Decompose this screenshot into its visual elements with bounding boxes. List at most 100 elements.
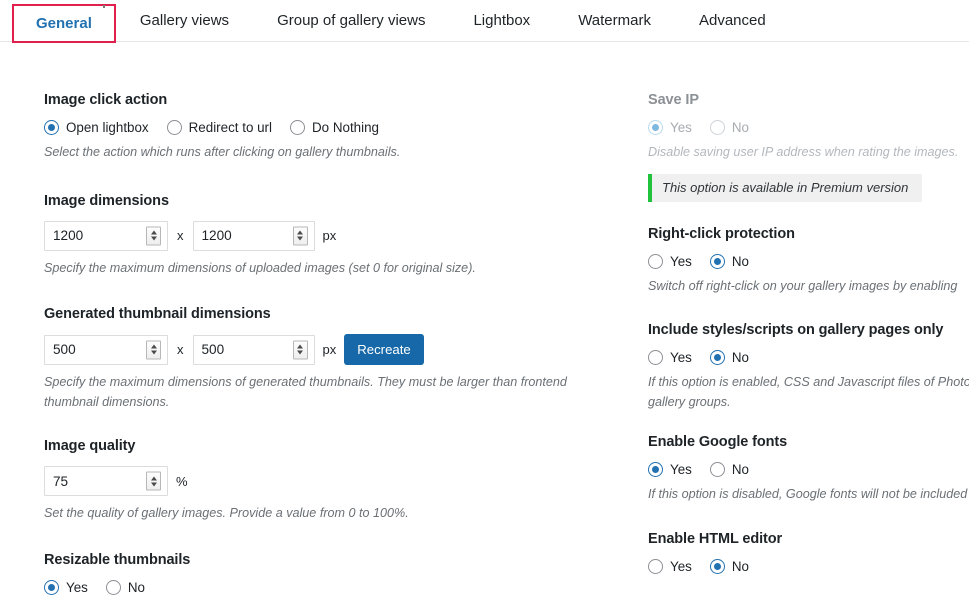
tab-group-of-gallery-views-label: Group of gallery views bbox=[277, 12, 426, 29]
google-fonts-label: Enable Google fonts bbox=[648, 434, 788, 451]
radio-google-fonts-no[interactable]: No bbox=[709, 462, 749, 478]
radio-circle-icon bbox=[166, 120, 182, 135]
image-click-action-label: Image click action bbox=[44, 92, 168, 108]
right-click-protection-label: Right-click protection bbox=[648, 225, 795, 242]
image-quality-spinner[interactable] bbox=[146, 471, 161, 491]
settings-content: Image click action Open lightbox Redirec… bbox=[0, 42, 969, 601]
radio-do-nothing[interactable]: Do Nothing bbox=[290, 120, 379, 135]
field-save-ip: Save IP Yes No Disable saving user IP ad… bbox=[648, 92, 969, 202]
radio-save-ip-yes: Yes bbox=[648, 120, 692, 135]
radio-circle-icon bbox=[648, 558, 663, 574]
tab-group-of-gallery-views[interactable]: Group of gallery views bbox=[253, 0, 449, 41]
html-editor-label: Enable HTML editor bbox=[648, 530, 783, 547]
radio-include-styles-yes[interactable]: Yes bbox=[648, 350, 692, 366]
chevron-down-icon bbox=[297, 350, 303, 355]
radio-open-lightbox[interactable]: Open lightbox bbox=[44, 120, 149, 135]
radio-google-fonts-yes[interactable]: Yes bbox=[648, 462, 692, 478]
radio-circle-icon bbox=[105, 579, 121, 595]
radio-circle-icon bbox=[648, 462, 663, 478]
dimension-separator: x bbox=[177, 228, 184, 244]
chevron-down-icon bbox=[150, 482, 157, 487]
radio-include-styles-yes-label: Yes bbox=[670, 350, 692, 366]
include-styles-label: Include styles/scripts on gallery pages … bbox=[648, 322, 944, 339]
radio-circle-icon bbox=[648, 120, 663, 135]
tab-advanced-label: Advanced bbox=[698, 12, 766, 29]
image-quality-inputs: % bbox=[44, 466, 619, 497]
radio-right-click-yes[interactable]: Yes bbox=[648, 253, 692, 269]
image-height-field[interactable] bbox=[192, 220, 315, 251]
thumbnail-dimensions-label: Generated thumbnail dimensions bbox=[44, 306, 271, 323]
radio-html-editor-no[interactable]: No bbox=[709, 558, 749, 574]
radio-circle-icon bbox=[709, 350, 725, 366]
tab-gallery-views-label: Gallery views bbox=[139, 12, 230, 29]
radio-resizable-yes[interactable]: Yes bbox=[44, 579, 88, 595]
tab-advanced[interactable]: Advanced bbox=[675, 0, 790, 41]
radio-redirect-to-url[interactable]: Redirect to url bbox=[166, 120, 272, 135]
radio-circle-icon bbox=[44, 579, 59, 595]
chevron-up-icon bbox=[297, 230, 303, 235]
thumbnail-width-spinner[interactable] bbox=[146, 340, 161, 360]
thumbnail-dimensions-unit: px bbox=[322, 342, 337, 358]
image-dimensions-label: Image dimensions bbox=[44, 192, 169, 209]
thumbnail-height-field[interactable] bbox=[192, 334, 315, 365]
radio-include-styles-no-label: No bbox=[731, 350, 749, 366]
include-styles-description: If this option is enabled, CSS and Javas… bbox=[648, 375, 969, 409]
recreate-button[interactable]: Recreate bbox=[344, 334, 424, 366]
field-image-dimensions: Image dimensions x px bbox=[44, 193, 619, 279]
radio-circle-icon bbox=[709, 120, 725, 135]
thumbnail-width-field[interactable] bbox=[44, 334, 168, 365]
radio-google-fonts-yes-label: Yes bbox=[670, 462, 692, 478]
image-quality-field[interactable] bbox=[44, 466, 168, 497]
dimension-separator: x bbox=[177, 342, 184, 358]
radio-resizable-no[interactable]: No bbox=[105, 579, 145, 595]
radio-right-click-no[interactable]: No bbox=[709, 253, 749, 269]
right-click-protection-description: Switch off right-click on your gallery i… bbox=[648, 278, 958, 293]
field-thumbnail-dimensions: Generated thumbnail dimensions x bbox=[44, 306, 619, 412]
settings-tab-bar: General Gallery views Group of gallery v… bbox=[0, 0, 969, 43]
image-quality-description: Set the quality of gallery images. Provi… bbox=[44, 506, 409, 521]
google-fonts-radio-group: Yes No bbox=[648, 462, 969, 478]
radio-resizable-no-label: No bbox=[127, 579, 145, 595]
premium-notice: This option is available in Premium vers… bbox=[648, 173, 923, 202]
radio-html-editor-no-label: No bbox=[731, 558, 749, 574]
radio-circle-icon bbox=[709, 558, 725, 574]
include-styles-radio-group: Yes No bbox=[648, 350, 969, 366]
right-settings-column: Save IP Yes No Disable saving user IP ad… bbox=[648, 92, 969, 574]
image-dimensions-unit: px bbox=[322, 228, 337, 244]
radio-circle-icon bbox=[648, 350, 663, 366]
tab-general[interactable]: General bbox=[12, 4, 116, 43]
radio-open-lightbox-label: Open lightbox bbox=[66, 120, 149, 135]
tab-watermark[interactable]: Watermark bbox=[554, 0, 675, 41]
save-ip-description: Disable saving user IP address when rati… bbox=[648, 145, 959, 159]
image-dimensions-description: Specify the maximum dimensions of upload… bbox=[44, 260, 476, 275]
thumbnail-dimensions-description: Specify the maximum dimensions of genera… bbox=[44, 375, 567, 409]
radio-circle-icon bbox=[709, 462, 725, 478]
radio-save-ip-no: No bbox=[709, 120, 749, 135]
field-google-fonts: Enable Google fonts Yes No If this optio… bbox=[648, 434, 969, 505]
image-width-spinner[interactable] bbox=[146, 226, 161, 246]
radio-circle-icon bbox=[709, 253, 725, 269]
radio-html-editor-yes-label: Yes bbox=[670, 558, 692, 574]
tab-gallery-views[interactable]: Gallery views bbox=[116, 0, 253, 41]
thumbnail-height-spinner[interactable] bbox=[292, 340, 308, 360]
chevron-up-icon bbox=[150, 344, 157, 349]
right-click-protection-radio-group: Yes No bbox=[648, 253, 969, 269]
tab-lightbox-label: Lightbox bbox=[473, 12, 531, 29]
tab-lightbox[interactable]: Lightbox bbox=[449, 0, 554, 41]
radio-html-editor-yes[interactable]: Yes bbox=[648, 558, 692, 574]
save-ip-label: Save IP bbox=[648, 92, 699, 108]
tab-watermark-label: Watermark bbox=[578, 12, 651, 29]
radio-circle-icon bbox=[290, 120, 305, 135]
chevron-up-icon bbox=[150, 230, 157, 235]
radio-include-styles-no[interactable]: No bbox=[709, 350, 749, 366]
image-width-field[interactable] bbox=[44, 220, 168, 251]
radio-save-ip-no-label: No bbox=[731, 120, 749, 135]
thumbnail-dimensions-inputs: x px Recreate bbox=[44, 334, 619, 366]
image-height-spinner[interactable] bbox=[292, 226, 308, 246]
radio-google-fonts-no-label: No bbox=[731, 462, 749, 478]
radio-right-click-yes-label: Yes bbox=[670, 253, 692, 269]
resizable-thumbnails-label: Resizable thumbnails bbox=[44, 551, 191, 568]
chevron-up-icon bbox=[150, 476, 157, 481]
radio-redirect-to-url-label: Redirect to url bbox=[188, 120, 272, 135]
image-click-action-radio-group: Open lightbox Redirect to url Do Nothing bbox=[44, 120, 619, 135]
